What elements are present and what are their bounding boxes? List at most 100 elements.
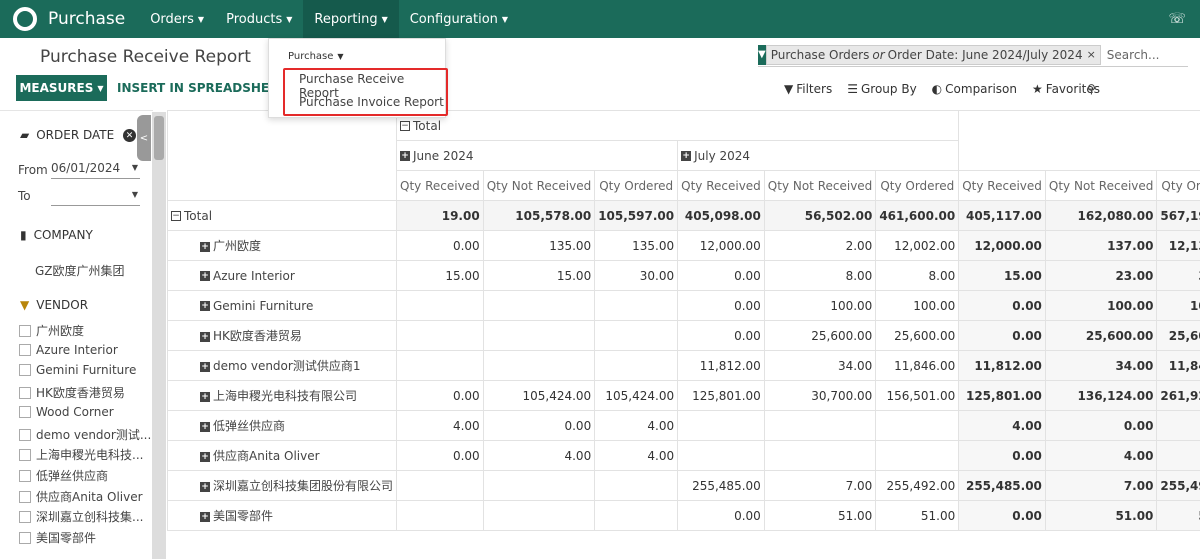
table-cell[interactable]: 100.00 xyxy=(1156,290,1200,321)
comparison-button[interactable]: ◐ Comparison xyxy=(932,82,1017,96)
col-header-total[interactable]: − Total xyxy=(396,110,960,141)
table-cell[interactable] xyxy=(677,440,765,471)
table-cell[interactable]: 7.00 xyxy=(1044,470,1158,501)
vendor-checkbox[interactable]: 供应商Anita Oliver xyxy=(19,488,143,505)
checkbox[interactable] xyxy=(19,428,31,441)
table-cell[interactable]: 4.00 xyxy=(594,440,679,471)
insert-in-spreadsheet-button[interactable]: INSERT IN SPREADSHEET xyxy=(117,81,286,95)
row-header[interactable]: + 低弹丝供应商 xyxy=(166,410,398,441)
checkbox[interactable] xyxy=(19,324,31,337)
row-header[interactable]: + 深圳嘉立创科技集团股份有限公司 xyxy=(166,470,398,501)
expand-icon[interactable]: + xyxy=(681,151,692,161)
sidebar-scrollbar[interactable] xyxy=(152,112,166,559)
table-cell[interactable]: 4.00 xyxy=(1156,440,1200,471)
row-header[interactable]: + demo vendor测试供应商1 xyxy=(166,350,398,381)
expand-icon[interactable]: + xyxy=(200,271,210,281)
menu-configuration[interactable]: Configuration ▼ xyxy=(399,0,519,38)
table-cell[interactable]: 12,137.00 xyxy=(1156,230,1200,261)
expand-icon[interactable]: + xyxy=(200,451,210,462)
dropdown-section-purchase[interactable]: Purchase ▼ xyxy=(288,51,344,62)
expand-icon[interactable]: + xyxy=(200,481,210,492)
table-cell[interactable]: 137.00 xyxy=(1044,230,1158,261)
table-cell[interactable] xyxy=(482,290,596,321)
expand-icon[interactable]: + xyxy=(400,151,411,161)
table-cell[interactable]: 4.00 xyxy=(1156,410,1200,441)
row-header[interactable]: + 上海申稷光电科技有限公司 xyxy=(166,380,398,411)
table-cell[interactable] xyxy=(594,500,679,531)
table-cell[interactable]: 162,080.00 xyxy=(1044,200,1158,231)
collapse-panel-button[interactable]: < xyxy=(137,115,151,161)
table-cell[interactable]: 156,501.00 xyxy=(875,380,960,411)
table-cell[interactable]: 0.00 xyxy=(396,440,484,471)
table-cell[interactable]: 15.00 xyxy=(482,260,596,291)
phone-icon[interactable]: ☏ xyxy=(1168,11,1186,27)
table-cell[interactable]: 100.00 xyxy=(1044,290,1158,321)
checkbox[interactable] xyxy=(19,344,31,356)
checkbox[interactable] xyxy=(19,531,31,544)
app-name[interactable]: Purchase xyxy=(48,9,125,29)
checkbox[interactable] xyxy=(19,469,31,482)
clear-filter-icon[interactable]: ✕ xyxy=(123,129,136,142)
company-item[interactable]: GZ欧度广州集团 xyxy=(35,262,125,279)
table-cell[interactable]: 461,600.00 xyxy=(875,200,960,231)
table-cell[interactable]: 15.00 xyxy=(958,260,1046,291)
table-cell[interactable]: 0.00 xyxy=(958,290,1046,321)
menu-orders[interactable]: Orders ▼ xyxy=(139,0,215,38)
col-header-june[interactable]: + June 2024 xyxy=(396,140,679,171)
table-cell[interactable]: 25,600.00 xyxy=(1156,320,1200,351)
table-cell[interactable]: 25,600.00 xyxy=(875,320,960,351)
collapse-icon[interactable]: − xyxy=(400,121,411,131)
vendor-checkbox[interactable]: Wood Corner xyxy=(19,405,114,419)
expand-icon[interactable]: + xyxy=(200,361,210,372)
vendor-checkbox[interactable]: Azure Interior xyxy=(19,343,118,357)
table-cell[interactable]: 4.00 xyxy=(482,440,596,471)
table-cell[interactable]: 105,578.00 xyxy=(482,200,596,231)
measure-header[interactable]: Qty Ordered xyxy=(594,170,679,201)
table-cell[interactable] xyxy=(763,440,877,471)
table-cell[interactable]: 255,485.00 xyxy=(677,470,765,501)
search-icon[interactable]: ⚲ xyxy=(1087,82,1096,96)
table-cell[interactable]: 255,485.00 xyxy=(958,470,1046,501)
expand-icon[interactable]: + xyxy=(200,331,210,342)
row-header[interactable]: + 美国零部件 xyxy=(166,500,398,531)
table-cell[interactable]: 30,700.00 xyxy=(763,380,877,411)
table-cell[interactable]: 12,000.00 xyxy=(958,230,1046,261)
table-cell[interactable]: 8.00 xyxy=(763,260,877,291)
table-cell[interactable]: 261,925.00 xyxy=(1156,380,1200,411)
scrollbar-thumb[interactable] xyxy=(154,116,164,160)
table-cell[interactable]: 105,424.00 xyxy=(482,380,596,411)
table-cell[interactable] xyxy=(677,410,765,441)
table-cell[interactable]: 255,492.00 xyxy=(875,470,960,501)
row-header[interactable]: + 广州欧度 xyxy=(166,230,398,261)
row-header[interactable]: − Total xyxy=(166,200,398,231)
table-cell[interactable] xyxy=(482,350,596,381)
checkbox[interactable] xyxy=(19,386,31,399)
table-cell[interactable]: 135.00 xyxy=(482,230,596,261)
table-cell[interactable] xyxy=(396,350,484,381)
table-cell[interactable] xyxy=(396,470,484,501)
table-cell[interactable]: 51.00 xyxy=(875,500,960,531)
table-cell[interactable] xyxy=(396,500,484,531)
table-cell[interactable]: 30.00 xyxy=(594,260,679,291)
vendor-checkbox[interactable]: 广州欧度 xyxy=(19,322,84,339)
table-cell[interactable]: 4.00 xyxy=(1044,440,1158,471)
table-cell[interactable]: 135.00 xyxy=(594,230,679,261)
row-header[interactable]: + HK欧度香港贸易 xyxy=(166,320,398,351)
odoo-logo-icon[interactable] xyxy=(13,7,37,31)
table-cell[interactable] xyxy=(594,470,679,501)
table-cell[interactable]: 8.00 xyxy=(875,260,960,291)
table-cell[interactable]: 105,424.00 xyxy=(594,380,679,411)
row-header[interactable]: + Gemini Furniture xyxy=(166,290,398,321)
table-cell[interactable]: 136,124.00 xyxy=(1044,380,1158,411)
table-cell[interactable]: 34.00 xyxy=(1044,350,1158,381)
table-cell[interactable]: 255,492.00 xyxy=(1156,470,1200,501)
row-header[interactable]: + 供应商Anita Oliver xyxy=(166,440,398,471)
expand-icon[interactable]: + xyxy=(200,301,210,311)
measure-header[interactable]: Qty Not Received xyxy=(1044,170,1158,201)
table-cell[interactable]: 51.00 xyxy=(1156,500,1200,531)
table-cell[interactable]: 19.00 xyxy=(396,200,484,231)
table-cell[interactable] xyxy=(482,470,596,501)
table-cell[interactable]: 125,801.00 xyxy=(677,380,765,411)
table-cell[interactable]: 0.00 xyxy=(677,260,765,291)
measure-header[interactable]: Qty Received xyxy=(677,170,765,201)
